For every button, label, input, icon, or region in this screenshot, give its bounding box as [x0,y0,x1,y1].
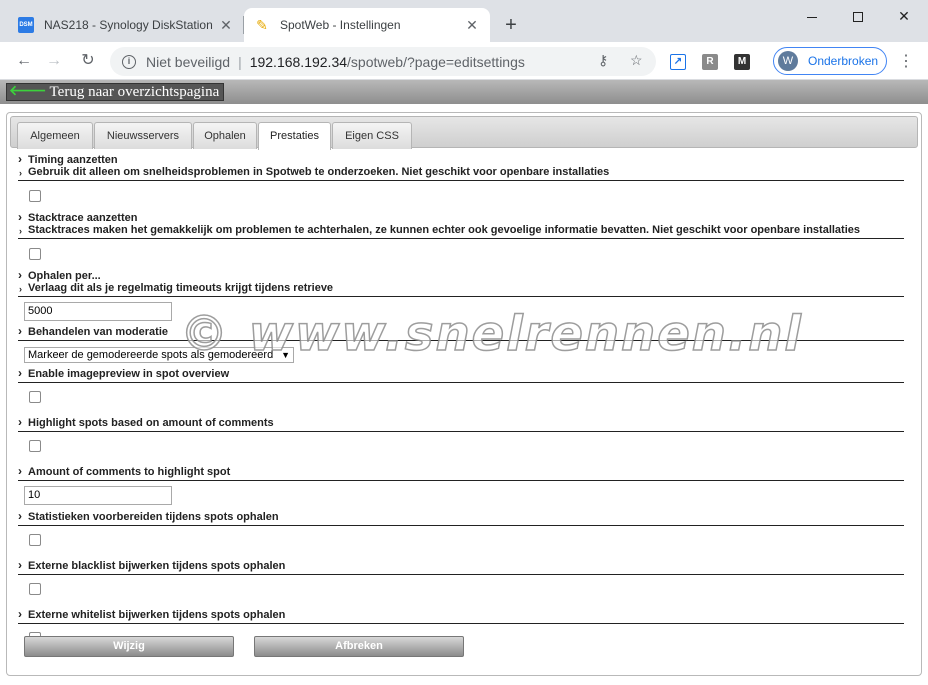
avatar: W [778,51,798,71]
setting-title: Stacktrace aanzetten [18,211,904,224]
close-icon[interactable]: ✕ [218,17,234,34]
setting-timing: Timing aanzetten Gebruik dit alleen om s… [18,153,904,202]
window-close-button[interactable]: ✕ [884,4,924,28]
maximize-icon [853,12,863,23]
profile-label: Onderbroken [808,54,879,68]
settings-list: Timing aanzetten Gebruik dit alleen om s… [18,153,904,644]
setting-description: Verlaag dit als je regelmatig timeouts k… [18,282,904,295]
cancel-button[interactable]: Afbreken [254,636,464,657]
divider [18,623,904,624]
setting-title: Statistieken voorbereiden tijdens spots … [18,510,904,523]
tab-title: NAS218 - Synology DiskStation [44,18,213,32]
setting-title: Highlight spots based on amount of comme… [18,416,904,429]
tab-prestaties[interactable]: Prestaties [258,122,331,150]
address-bar[interactable]: i Niet beveiligd | 192.168.192.34/spotwe… [110,47,656,76]
setting-title: Timing aanzetten [18,153,904,166]
setting-statistics: Statistieken voorbereiden tijdens spots … [18,510,904,546]
setting-description: Stacktraces maken het gemakkelijk om pro… [18,224,904,237]
key-icon[interactable]: ⚷ [598,52,608,69]
new-tab-button[interactable]: + [500,12,522,38]
minimize-icon [807,16,817,18]
setting-title: Ophalen per... [18,269,904,282]
back-arrow-icon: 🡐 [9,84,47,99]
stacktrace-checkbox[interactable] [29,248,41,260]
extension-m-icon[interactable]: M [734,54,750,70]
reload-icon[interactable]: ↻ [76,49,100,73]
divider [18,238,904,239]
browser-tab-spotweb[interactable]: ✎ SpotWeb - Instellingen ✕ [244,8,490,42]
imagepreview-checkbox[interactable] [29,391,41,403]
setting-title: Enable imagepreview in spot overview [18,367,904,380]
tab-algemeen[interactable]: Algemeen [17,122,93,149]
blacklist-checkbox[interactable] [29,583,41,595]
profile-button[interactable]: W Onderbroken [773,47,887,75]
highlight-checkbox[interactable] [29,440,41,452]
retrieve-per-input[interactable]: 5000 [24,302,172,321]
settings-tabs: Algemeen Nieuwsservers Ophalen Prestatie… [10,116,918,150]
setting-highlight: Highlight spots based on amount of comme… [18,416,904,452]
close-icon[interactable]: ✕ [464,17,480,34]
browser-tab-nas[interactable]: DSM NAS218 - Synology DiskStation ✕ [8,8,244,42]
extension-r-icon[interactable]: R [702,54,718,70]
pen-icon: ✎ [256,16,268,33]
setting-title: Amount of comments to highlight spot [18,465,904,478]
back-link-label: Terug naar overzichtspagina [49,84,220,100]
tab-ophalen[interactable]: Ophalen [193,122,257,149]
url-path: /spotweb/?page=editsettings [347,53,525,70]
setting-blacklist: Externe blacklist bijwerken tijdens spot… [18,559,904,595]
setting-stacktrace: Stacktrace aanzetten Stacktraces maken h… [18,211,904,260]
setting-description: Gebruik dit alleen om snelheidsproblemen… [18,166,904,179]
statistics-checkbox[interactable] [29,534,41,546]
page-top-bar: 🡐 Terug naar overzichtspagina [0,80,928,104]
url-host: 192.168.192.34 [249,53,348,70]
divider [18,480,904,481]
browser-toolbar: ← → ↻ i Niet beveiligd | 192.168.192.34/… [0,42,928,80]
menu-dots-icon[interactable]: ⋮ [898,51,914,71]
tab-nieuwsservers[interactable]: Nieuwsservers [94,122,192,149]
divider [18,574,904,575]
timing-checkbox[interactable] [29,190,41,202]
divider [18,431,904,432]
security-label: Niet beveiligd [146,53,231,70]
info-icon[interactable]: i [122,54,136,69]
save-button[interactable]: Wijzig [24,636,234,657]
minimize-button[interactable] [792,4,832,28]
forward-arrow-icon[interactable]: → [42,49,66,73]
back-to-overview-link[interactable]: 🡐 Terug naar overzichtspagina [6,83,225,101]
setting-title: Externe blacklist bijwerken tijdens spot… [18,559,904,572]
setting-comment-amount: Amount of comments to highlight spot 10 [18,465,904,505]
divider [18,180,904,181]
extension-link-icon[interactable]: ↗ [670,54,686,70]
maximize-button[interactable] [838,4,878,28]
setting-title: Externe whitelist bijwerken tijdens spot… [18,608,904,621]
url-separator: | [238,53,242,70]
divider [18,382,904,383]
divider [18,296,904,297]
dsm-icon: DSM [18,17,34,33]
tab-eigen-css[interactable]: Eigen CSS [332,122,412,149]
divider [18,525,904,526]
browser-titlebar: DSM NAS218 - Synology DiskStation ✕ ✎ Sp… [0,0,928,42]
tab-title: SpotWeb - Instellingen [280,18,401,32]
setting-imagepreview: Enable imagepreview in spot overview [18,367,904,403]
watermark: © www.snelrennen.nl [179,305,803,363]
back-arrow-icon[interactable]: ← [12,49,36,73]
star-icon[interactable]: ☆ [630,52,643,69]
comment-amount-input[interactable]: 10 [24,486,172,505]
